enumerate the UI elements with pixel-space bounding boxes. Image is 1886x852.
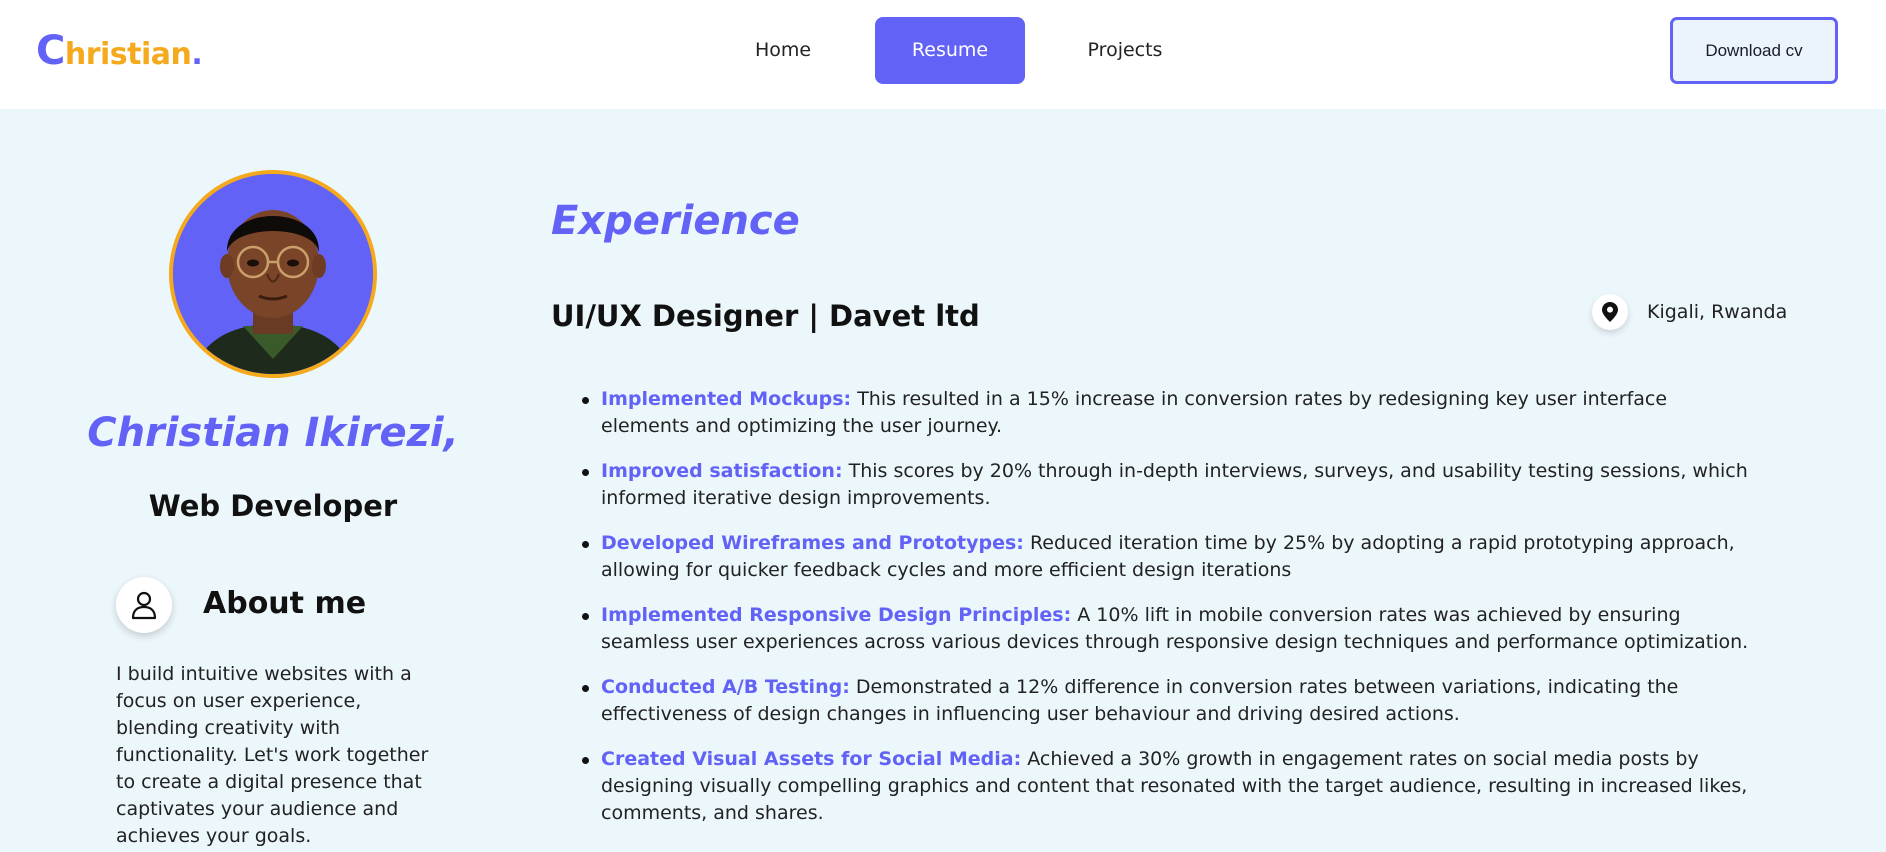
download-cv-button[interactable]: Download cv bbox=[1670, 17, 1838, 84]
nav-resume[interactable]: Resume bbox=[875, 17, 1025, 84]
list-item: Developed Wireframes and Prototypes: Red… bbox=[582, 530, 1761, 584]
list-item: Created Visual Assets for Social Media: … bbox=[582, 746, 1761, 827]
logo[interactable]: Christian. bbox=[36, 28, 203, 74]
about-title: About me bbox=[203, 586, 367, 621]
job-location: Kigali, Rwanda bbox=[1647, 301, 1788, 323]
portrait-image bbox=[173, 174, 373, 374]
about-text: I build intuitive websites with a focus … bbox=[116, 663, 429, 847]
list-item: Improved satisfaction: This scores by 20… bbox=[582, 458, 1761, 512]
map-pin-icon bbox=[1592, 294, 1628, 330]
profile-role: Web Developer bbox=[148, 489, 398, 523]
user-icon bbox=[116, 577, 172, 633]
list-item: Implemented Mockups: This resulted in a … bbox=[582, 386, 1761, 440]
list-item: Conducted A/B Testing: Demonstrated a 12… bbox=[582, 674, 1761, 728]
nav-projects[interactable]: Projects bbox=[1065, 17, 1185, 84]
profile-name: Christian Ikirezi, bbox=[87, 410, 459, 456]
experience-list: Implemented Mockups: This resulted in a … bbox=[582, 386, 1761, 845]
profile-avatar bbox=[169, 170, 377, 378]
nav-home[interactable]: Home bbox=[735, 17, 831, 84]
list-item: Implemented Responsive Design Principles… bbox=[582, 602, 1761, 656]
experience-title: Experience bbox=[551, 198, 800, 244]
job-title: UI/UX Designer | Davet ltd bbox=[551, 299, 980, 333]
top-navbar: Christian. Home Resume Projects Download… bbox=[0, 0, 1886, 109]
